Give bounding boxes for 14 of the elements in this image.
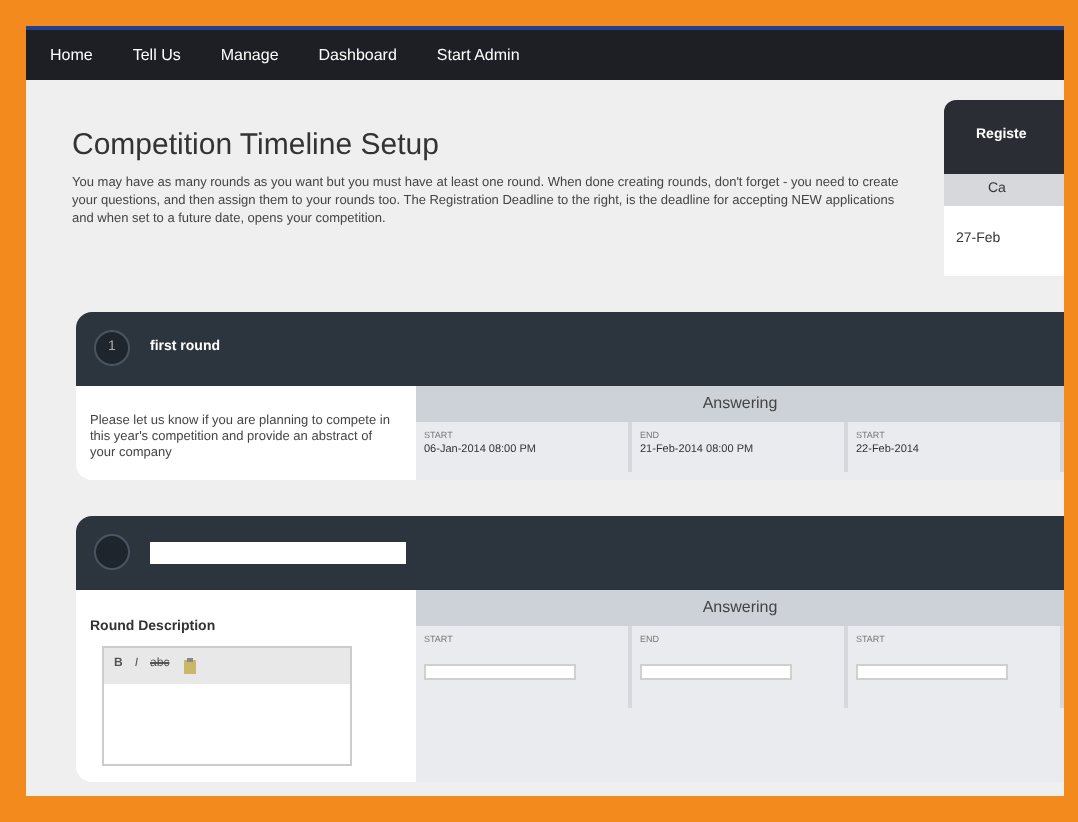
nav-link[interactable]: Dashboard — [318, 43, 397, 67]
nav-link[interactable]: Start Admin — [436, 43, 520, 67]
nav-link[interactable]: Manage — [220, 43, 279, 67]
nav-link[interactable]: Home — [50, 43, 93, 67]
phase-header: Answering — [416, 385, 1064, 421]
date-field[interactable] — [424, 663, 576, 680]
paste-icon[interactable] — [181, 657, 198, 674]
round-name-field[interactable] — [150, 541, 406, 564]
page-title: Competition Timeline Setup — [72, 128, 441, 164]
round-number-circle — [94, 534, 130, 571]
date-field[interactable] — [856, 663, 1008, 680]
nav-link[interactable]: Tell Us — [132, 43, 181, 67]
phase-header: Answering — [416, 589, 1064, 626]
date-field[interactable] — [640, 663, 792, 680]
